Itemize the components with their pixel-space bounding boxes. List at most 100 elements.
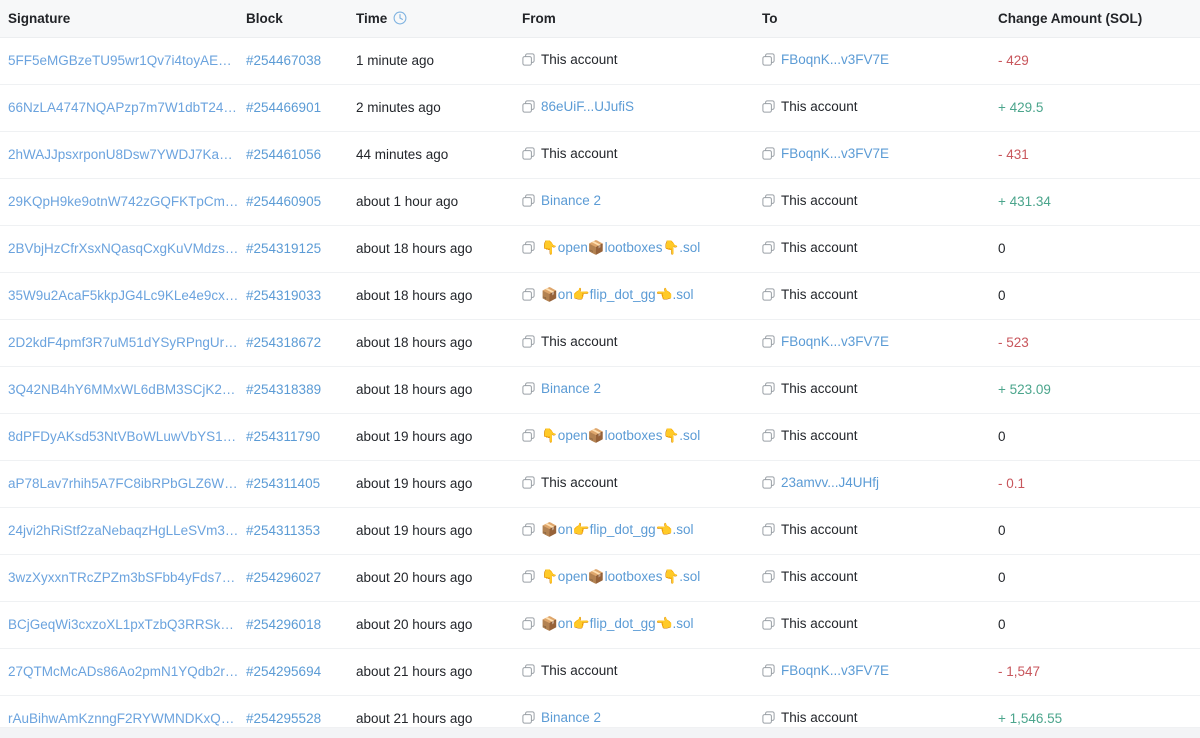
signature-link[interactable]: 3Q42NB4hY6MMxWL6dBM3SCjK2… <box>8 382 235 397</box>
block-link[interactable]: #254319125 <box>246 241 321 256</box>
block-link[interactable]: #254467038 <box>246 53 321 68</box>
cell-from-value[interactable]: 📦on👉flip_dot_gg👈.sol <box>522 287 694 303</box>
cell-from-value[interactable]: Binance 2 <box>522 710 601 725</box>
copy-icon[interactable] <box>762 241 775 254</box>
block-link[interactable]: #254318389 <box>246 382 321 397</box>
copy-icon[interactable] <box>522 194 535 207</box>
cell-to-label[interactable]: FBoqnK...v3FV7E <box>781 146 889 161</box>
signature-link[interactable]: 8dPFDyAKsd53NtVBoWLuwVbYS1… <box>8 429 236 444</box>
column-header-signature[interactable]: Signature <box>0 0 246 38</box>
table-row[interactable]: 2D2kdF4pmf3R7uM51dYSyRPngUr… #254318672 ab… <box>0 319 1200 367</box>
cell-to-value[interactable]: This account <box>762 428 858 443</box>
block-link[interactable]: #254296027 <box>246 570 321 585</box>
cell-from-value[interactable]: This account <box>522 663 618 678</box>
table-row[interactable]: 2BVbjHzCfrXsxNQasqCxgKuVMdzs… #254319125 a… <box>0 225 1200 273</box>
table-row[interactable]: 5FF5eMGBzeTU95wr1Qv7i4toyAEK… #254467038 1… <box>0 37 1200 85</box>
column-header-time[interactable]: Time <box>356 0 522 38</box>
table-row[interactable]: 3wzXyxxnTRcZPZm3bSFbb4yFds7… #254296027 ab… <box>0 554 1200 602</box>
signature-link[interactable]: 3wzXyxxnTRcZPZm3bSFbb4yFds7… <box>8 570 235 585</box>
copy-icon[interactable] <box>522 617 535 630</box>
cell-from-label[interactable]: Binance 2 <box>541 710 601 725</box>
copy-icon[interactable] <box>522 53 535 66</box>
cell-from-value[interactable]: Binance 2 <box>522 193 601 208</box>
column-header-to[interactable]: To <box>762 0 998 38</box>
copy-icon[interactable] <box>522 711 535 724</box>
copy-icon[interactable] <box>762 147 775 160</box>
table-row[interactable]: 3Q42NB4hY6MMxWL6dBM3SCjK2… #254318389 abou… <box>0 366 1200 414</box>
cell-from-label[interactable]: 86eUiF...UJufiS <box>541 99 634 114</box>
cell-from-value[interactable]: 👇open📦lootboxes👇.sol <box>522 569 700 585</box>
copy-icon[interactable] <box>762 382 775 395</box>
cell-to-value[interactable]: This account <box>762 616 858 631</box>
copy-icon[interactable] <box>762 523 775 536</box>
cell-from-value[interactable]: 👇open📦lootboxes👇.sol <box>522 428 700 444</box>
cell-from-label[interactable]: 👇open📦lootboxes👇.sol <box>541 569 700 585</box>
copy-icon[interactable] <box>522 241 535 254</box>
copy-icon[interactable] <box>522 288 535 301</box>
signature-link[interactable]: 2BVbjHzCfrXsxNQasqCxgKuVMdzs… <box>8 241 238 256</box>
copy-icon[interactable] <box>522 523 535 536</box>
cell-from-label[interactable]: 📦on👉flip_dot_gg👈.sol <box>541 522 694 538</box>
cell-from-label[interactable]: 📦on👉flip_dot_gg👈.sol <box>541 616 694 632</box>
cell-to-value[interactable]: FBoqnK...v3FV7E <box>762 663 889 678</box>
copy-icon[interactable] <box>762 664 775 677</box>
cell-to-value[interactable]: This account <box>762 99 858 114</box>
signature-link[interactable]: 2hWAJJpsxrponU8Dsw7YWDJ7Ka… <box>8 147 233 162</box>
table-row[interactable]: 66NzLA4747NQAPzp7m7W1dbT24… #254466901 2 m… <box>0 84 1200 132</box>
cell-to-value[interactable]: FBoqnK...v3FV7E <box>762 334 889 349</box>
cell-from-value[interactable]: 👇open📦lootboxes👇.sol <box>522 240 700 256</box>
copy-icon[interactable] <box>762 100 775 113</box>
copy-icon[interactable] <box>522 664 535 677</box>
cell-to-value[interactable]: This account <box>762 193 858 208</box>
signature-link[interactable]: 24jvi2hRiStf2zaNebaqzHgLLeSVm3… <box>8 523 238 538</box>
cell-from-label[interactable]: 📦on👉flip_dot_gg👈.sol <box>541 287 694 303</box>
copy-icon[interactable] <box>762 617 775 630</box>
signature-link[interactable]: aP78Lav7rhih5A7FC8ibRPbGLZ6W… <box>8 476 238 491</box>
signature-link[interactable]: 35W9u2AcaF5kkpJG4Lc9KLe4e9cx… <box>8 288 238 303</box>
signature-link[interactable]: BCjGeqWi3cxzoXL1pxTzbQ3RRSk3… <box>8 617 240 632</box>
table-row[interactable]: 35W9u2AcaF5kkpJG4Lc9KLe4e9cx… #254319033 a… <box>0 272 1200 320</box>
copy-icon[interactable] <box>522 570 535 583</box>
signature-link[interactable]: 29KQpH9ke9otnW742zGQFKTpCm… <box>8 194 238 209</box>
copy-icon[interactable] <box>762 53 775 66</box>
cell-to-value[interactable]: This account <box>762 240 858 255</box>
table-row[interactable]: aP78Lav7rhih5A7FC8ibRPbGLZ6W… #254311405 a… <box>0 460 1200 508</box>
cell-from-label[interactable]: Binance 2 <box>541 193 601 208</box>
copy-icon[interactable] <box>762 570 775 583</box>
cell-to-value[interactable]: This account <box>762 381 858 396</box>
cell-to-value[interactable]: 23amvv...J4UHfj <box>762 475 879 490</box>
horizontal-scrollbar[interactable] <box>0 727 1200 738</box>
copy-icon[interactable] <box>762 288 775 301</box>
cell-from-value[interactable]: 📦on👉flip_dot_gg👈.sol <box>522 522 694 538</box>
copy-icon[interactable] <box>762 194 775 207</box>
table-row[interactable]: 24jvi2hRiStf2zaNebaqzHgLLeSVm3… #25431135… <box>0 507 1200 555</box>
clock-icon[interactable] <box>393 11 407 25</box>
copy-icon[interactable] <box>762 335 775 348</box>
copy-icon[interactable] <box>762 476 775 489</box>
cell-from-value[interactable]: 86eUiF...UJufiS <box>522 99 634 114</box>
copy-icon[interactable] <box>522 429 535 442</box>
cell-to-value[interactable]: This account <box>762 522 858 537</box>
block-link[interactable]: #254311405 <box>246 476 320 491</box>
signature-link[interactable]: 2D2kdF4pmf3R7uM51dYSyRPngUr… <box>8 335 238 350</box>
cell-to-value[interactable]: FBoqnK...v3FV7E <box>762 52 889 67</box>
block-link[interactable]: #254319033 <box>246 288 321 303</box>
table-row[interactable]: 8dPFDyAKsd53NtVBoWLuwVbYS1… #254311790 abo… <box>0 413 1200 461</box>
table-row[interactable]: 27QTMcMcADs86Ao2pmN1YQdb2r… #254295694 abo… <box>0 648 1200 696</box>
column-header-change-amount[interactable]: Change Amount (SOL) <box>998 0 1200 38</box>
cell-to-value[interactable]: This account <box>762 569 858 584</box>
cell-from-label[interactable]: 👇open📦lootboxes👇.sol <box>541 240 700 256</box>
cell-from-value[interactable]: This account <box>522 146 618 161</box>
cell-from-label[interactable]: Binance 2 <box>541 381 601 396</box>
cell-to-label[interactable]: FBoqnK...v3FV7E <box>781 334 889 349</box>
cell-to-value[interactable]: This account <box>762 287 858 302</box>
block-link[interactable]: #254461056 <box>246 147 321 162</box>
cell-from-value[interactable]: This account <box>522 475 618 490</box>
cell-to-value[interactable]: This account <box>762 710 858 725</box>
block-link[interactable]: #254311790 <box>246 429 320 444</box>
signature-link[interactable]: 5FF5eMGBzeTU95wr1Qv7i4toyAEK… <box>8 53 240 68</box>
block-link[interactable]: #254460905 <box>246 194 321 209</box>
cell-from-value[interactable]: This account <box>522 334 618 349</box>
cell-from-value[interactable]: 📦on👉flip_dot_gg👈.sol <box>522 616 694 632</box>
copy-icon[interactable] <box>522 100 535 113</box>
